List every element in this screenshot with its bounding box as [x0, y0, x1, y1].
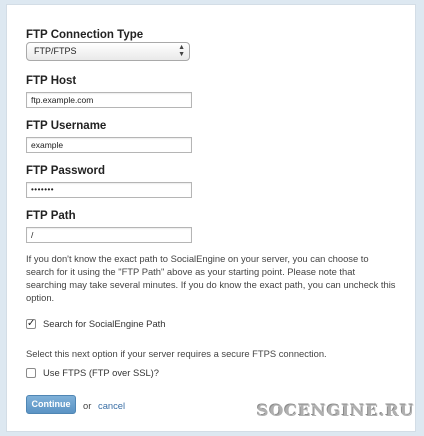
- watermark-text: SOCENGINE.RU: [257, 401, 415, 420]
- connection-type-label: FTP Connection Type: [26, 29, 144, 41]
- username-label: FTP Username: [26, 120, 107, 132]
- or-text: or: [83, 400, 92, 411]
- path-input[interactable]: /: [26, 227, 192, 243]
- search-path-checkbox[interactable]: ✓: [26, 317, 36, 329]
- ftps-note: Select this next option if your server r…: [26, 348, 327, 359]
- connection-type-select[interactable]: FTP/FTPS ▲ ▼: [26, 42, 190, 61]
- password-label: FTP Password: [26, 165, 106, 177]
- username-input[interactable]: example: [26, 137, 192, 153]
- path-label: FTP Path: [26, 210, 76, 222]
- path-description: If you don't know the exact path to Soci…: [26, 253, 396, 303]
- connection-type-value: FTP/FTPS: [34, 46, 77, 56]
- checkmark-icon: ✓: [27, 317, 36, 329]
- host-input[interactable]: ftp.example.com: [26, 92, 192, 108]
- password-input[interactable]: •••••••: [26, 182, 192, 198]
- ftps-label: Use FTPS (FTP over SSL)?: [43, 367, 160, 378]
- ftps-option[interactable]: Use FTPS (FTP over SSL)?: [26, 367, 159, 378]
- ftp-settings-panel: FTP Connection Type FTP/FTPS ▲ ▼ FTP Host…: [6, 4, 416, 432]
- search-path-option[interactable]: ✓ Search for SocialEngine Path: [26, 318, 165, 329]
- continue-button[interactable]: Continue: [26, 395, 76, 414]
- search-path-label: Search for SocialEngine Path: [43, 318, 166, 329]
- select-arrows-icon: ▲ ▼: [178, 44, 185, 58]
- host-label: FTP Host: [26, 75, 77, 87]
- cancel-link[interactable]: cancel: [98, 400, 125, 411]
- ftps-checkbox[interactable]: [26, 367, 36, 378]
